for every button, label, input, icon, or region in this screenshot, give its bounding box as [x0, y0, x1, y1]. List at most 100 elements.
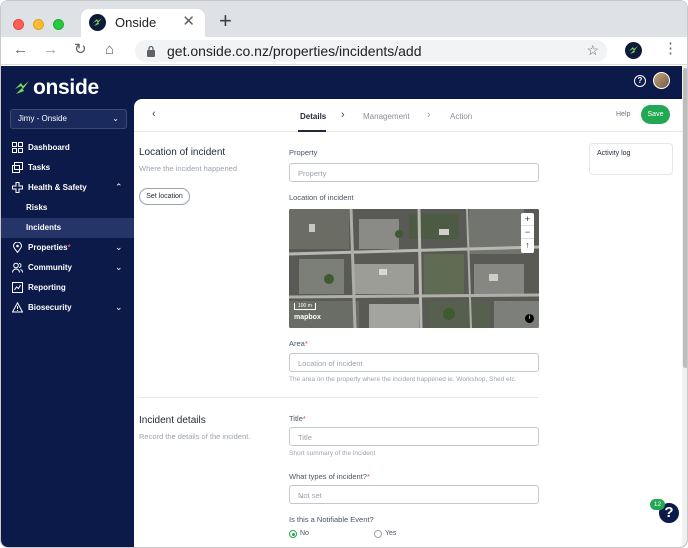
logo-text: onside: [33, 76, 99, 99]
required-marker: *: [366, 472, 370, 481]
onside-logo-icon: [15, 81, 29, 94]
browser-window: Onside ✕ + ← → ↻ ⌂ get.onside.co.nz/prop…: [0, 0, 688, 548]
required-marker: *: [302, 414, 306, 423]
activity-log-title: Activity log: [597, 150, 631, 157]
scrollbar-thumb[interactable]: [683, 68, 687, 368]
area-label: Area*: [289, 339, 308, 348]
address-bar[interactable]: get.onside.co.nz/properties/incidents/ad…: [135, 40, 607, 62]
property-label: Property: [289, 148, 318, 157]
help-notification-badge: 12: [650, 499, 665, 510]
compass-icon[interactable]: ↑: [521, 239, 534, 252]
area-input[interactable]: Location of incident: [289, 353, 539, 372]
title-placeholder: Title: [298, 433, 312, 442]
map-info-icon[interactable]: i: [525, 314, 534, 323]
browser-toolbar: ← → ↻ ⌂ get.onside.co.nz/properties/inci…: [1, 37, 687, 65]
chevron-down-icon: ⌄: [298, 491, 305, 500]
back-chevron-icon[interactable]: ‹: [152, 108, 156, 120]
close-window-button[interactable]: [13, 19, 24, 30]
page-scrollbar[interactable]: [682, 66, 687, 547]
health-safety-icon: [12, 182, 23, 193]
location-section-title: Location of incident: [139, 147, 226, 158]
location-map[interactable]: + − ↑ 100 m mapbox i: [289, 209, 539, 328]
tab-title: Onside: [115, 15, 157, 30]
wizard-steps: ‹ Details › Management › Action Help Sav…: [134, 99, 682, 132]
zoom-in-icon[interactable]: +: [521, 213, 534, 226]
location-section-description: Where the incident happened: [139, 164, 237, 173]
area-help-text: The area on the property where the incid…: [289, 376, 517, 383]
reload-icon[interactable]: ↻: [74, 42, 87, 58]
minimize-window-button[interactable]: [33, 19, 44, 30]
notifiable-event-label: Is this a Notifiable Event?: [289, 515, 374, 524]
sidebar-item-label: Community: [28, 263, 72, 272]
maximize-window-button[interactable]: [53, 19, 64, 30]
sidebar-item-health-safety[interactable]: Health & Safety ⌃: [1, 178, 134, 198]
notifiable-yes-radio[interactable]: [374, 530, 382, 538]
incident-types-select[interactable]: Not set ⌄: [289, 485, 539, 504]
map-scale: 100 m: [294, 303, 316, 310]
sidebar-item-reporting[interactable]: Reporting: [1, 278, 134, 298]
sidebar-item-risks[interactable]: Risks: [1, 198, 134, 218]
save-button[interactable]: Save: [641, 105, 670, 124]
sidebar-item-dashboard[interactable]: Dashboard: [1, 138, 134, 158]
app-root: onside ? Jimy - Onside ⌄ Dashboard Tasks…: [1, 66, 687, 547]
property-input[interactable]: Property: [289, 163, 539, 182]
sidebar-item-label-text: Properties: [28, 243, 68, 252]
browser-tab[interactable]: Onside ✕: [81, 9, 205, 37]
back-arrow-icon[interactable]: ←: [13, 42, 28, 58]
help-link[interactable]: Help: [616, 111, 630, 118]
onside-extension-icon[interactable]: [625, 42, 642, 59]
incident-types-label-text: What types of incident?: [289, 472, 367, 481]
bookmark-star-icon[interactable]: ☆: [586, 42, 599, 59]
dashboard-icon: [12, 142, 23, 153]
sidebar: Jimy - Onside ⌄ Dashboard Tasks Health &…: [1, 99, 134, 547]
notifiable-yes-label[interactable]: Yes: [385, 530, 396, 537]
sidebar-item-label: Incidents: [26, 223, 62, 232]
forward-arrow-icon[interactable]: →: [43, 42, 58, 58]
sidebar-item-tasks[interactable]: Tasks: [1, 158, 134, 178]
set-location-button[interactable]: Set location: [139, 188, 190, 205]
browser-menu-icon[interactable]: ⋮: [663, 41, 678, 57]
user-avatar[interactable]: [653, 72, 670, 89]
chevron-down-icon: ⌄: [115, 242, 123, 252]
zoom-out-icon[interactable]: −: [521, 226, 534, 239]
notifiable-no-label[interactable]: No: [300, 530, 309, 537]
lock-icon: [147, 45, 155, 57]
tab-details[interactable]: Details: [300, 112, 326, 121]
reporting-icon: [12, 282, 23, 293]
sidebar-item-label: Tasks: [28, 163, 51, 172]
details-section-title: Incident details: [139, 415, 206, 426]
required-marker: *: [67, 243, 71, 252]
new-tab-icon[interactable]: +: [219, 10, 232, 32]
app-header: onside ?: [1, 66, 687, 100]
sidebar-item-label: Risks: [26, 203, 48, 212]
activity-log-panel[interactable]: Activity log: [589, 143, 673, 175]
mapbox-logo: mapbox: [294, 314, 321, 321]
tab-bar: Onside ✕ +: [1, 1, 687, 37]
sidebar-item-biosecurity[interactable]: Biosecurity ⌄: [1, 298, 134, 318]
organisation-name: Jimy - Onside: [18, 114, 67, 123]
sidebar-item-incidents[interactable]: Incidents: [1, 218, 134, 238]
title-label-text: Title: [289, 414, 303, 423]
details-section-description: Record the details of the incident.: [139, 432, 251, 441]
home-icon[interactable]: ⌂: [105, 42, 114, 58]
help-icon[interactable]: ?: [634, 75, 646, 87]
area-placeholder: Location of incident: [298, 359, 363, 368]
organisation-select[interactable]: Jimy - Onside ⌄: [10, 109, 127, 129]
sidebar-item-label: Reporting: [28, 283, 66, 292]
tab-management[interactable]: Management: [363, 112, 410, 121]
biosecurity-warning-icon: [12, 302, 23, 313]
properties-icon: [12, 242, 23, 253]
sidebar-item-label: Health & Safety: [28, 183, 87, 192]
tab-close-icon[interactable]: ✕: [182, 14, 195, 30]
active-step-indicator: [298, 130, 326, 132]
onside-logo[interactable]: onside: [14, 76, 99, 100]
notifiable-no-radio[interactable]: [289, 530, 297, 538]
main-content: ‹ Details › Management › Action Help Sav…: [134, 99, 682, 547]
title-input[interactable]: Title: [289, 427, 539, 446]
url-text: get.onside.co.nz/properties/incidents/ad…: [167, 43, 422, 59]
sidebar-item-properties[interactable]: Properties* ⌄: [1, 238, 134, 258]
tab-action[interactable]: Action: [450, 112, 472, 121]
incident-types-label: What types of incident?*: [289, 472, 370, 481]
area-label-text: Area: [289, 339, 305, 348]
sidebar-item-community[interactable]: Community ⌄: [1, 258, 134, 278]
